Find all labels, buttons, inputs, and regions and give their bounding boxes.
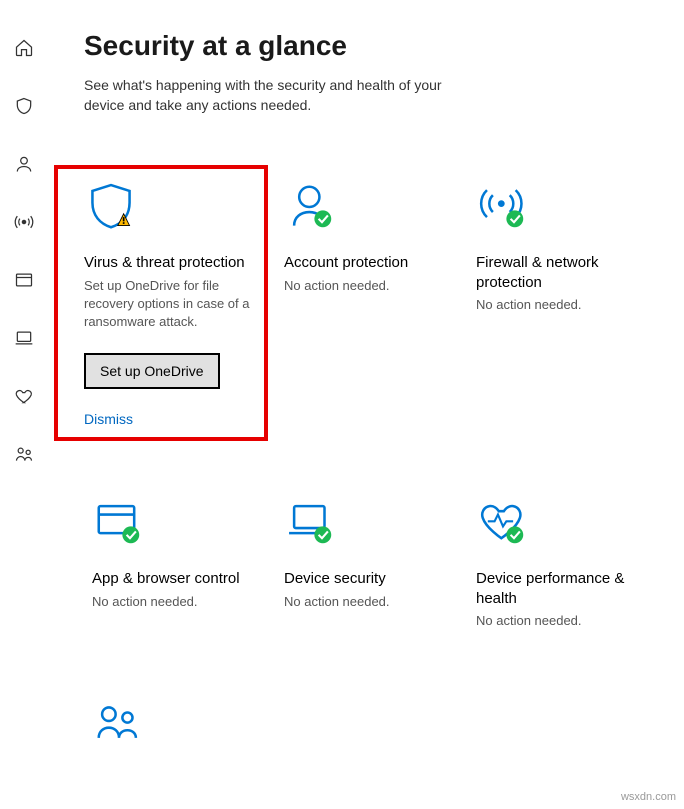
window-check-icon <box>92 495 260 551</box>
watermark: wsxdn.com <box>621 791 676 803</box>
dismiss-link[interactable]: Dismiss <box>84 411 260 427</box>
sidebar-account-protection[interactable] <box>4 144 44 184</box>
antenna-check-icon <box>476 179 644 235</box>
tiles-grid: Virus & threat protection Set up OneDriv… <box>84 165 684 786</box>
tile-account-protection[interactable]: Account protection No action needed. <box>276 165 460 441</box>
tile-desc: No action needed. <box>476 612 644 630</box>
tile-title: Virus & threat protection <box>84 253 260 273</box>
heart-pulse-check-icon <box>476 495 644 551</box>
page-title: Security at a glance <box>84 30 684 62</box>
laptop-check-icon <box>284 495 452 551</box>
laptop-icon <box>14 328 34 348</box>
tile-device-performance[interactable]: Device performance & health No action ne… <box>468 481 652 644</box>
heart-pulse-icon <box>14 386 34 406</box>
sidebar-home[interactable] <box>4 28 44 68</box>
tile-desc: Set up OneDrive for file recovery option… <box>84 277 260 332</box>
person-icon <box>14 154 34 174</box>
shield-warning-icon <box>84 179 260 235</box>
sidebar <box>0 0 48 809</box>
window-icon <box>14 270 34 290</box>
tile-desc: No action needed. <box>92 593 260 611</box>
setup-onedrive-button[interactable]: Set up OneDrive <box>84 353 220 389</box>
sidebar-virus-threat[interactable] <box>4 86 44 126</box>
tile-firewall-network[interactable]: Firewall & network protection No action … <box>468 165 652 441</box>
main-content: Security at a glance See what's happenin… <box>48 0 684 809</box>
home-icon <box>14 38 34 58</box>
page-subtitle: See what's happening with the security a… <box>84 76 484 115</box>
tile-title: Device performance & health <box>476 569 644 608</box>
tile-device-security[interactable]: Device security No action needed. <box>276 481 460 644</box>
tile-desc: No action needed. <box>284 593 452 611</box>
antenna-icon <box>14 212 34 232</box>
tile-title: Firewall & network protection <box>476 253 644 292</box>
sidebar-family-options[interactable] <box>4 434 44 474</box>
sidebar-app-browser[interactable] <box>4 260 44 300</box>
shield-icon <box>14 96 34 116</box>
sidebar-device-security[interactable] <box>4 318 44 358</box>
sidebar-device-performance[interactable] <box>4 376 44 416</box>
tile-desc: No action needed. <box>476 296 644 314</box>
tile-title: App & browser control <box>92 569 260 589</box>
person-check-icon <box>284 179 452 235</box>
tile-title: Account protection <box>284 253 452 273</box>
tile-title: Device security <box>284 569 452 589</box>
tile-app-browser[interactable]: App & browser control No action needed. <box>84 481 268 644</box>
family-icon <box>14 444 34 464</box>
tile-family-options[interactable] <box>84 684 268 786</box>
tile-desc: No action needed. <box>284 277 452 295</box>
sidebar-firewall-network[interactable] <box>4 202 44 242</box>
family-icon <box>92 698 260 754</box>
tile-virus-threat[interactable]: Virus & threat protection Set up OneDriv… <box>54 165 268 441</box>
